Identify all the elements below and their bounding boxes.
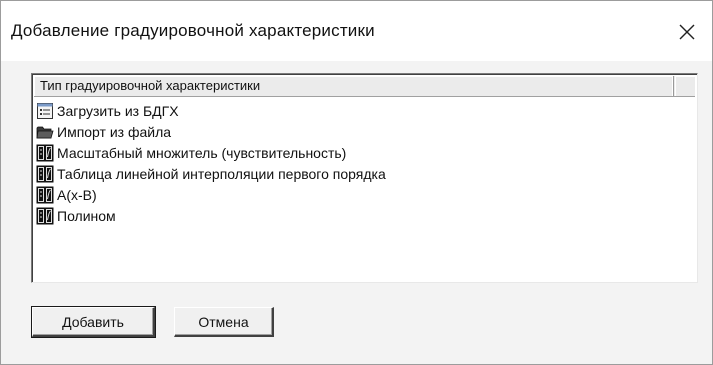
title-bar: Добавление градуировочной характеристики	[1, 1, 712, 61]
characteristic-icon	[36, 144, 54, 162]
column-header-type[interactable]: Тип градуировочной характеристики	[34, 76, 674, 96]
window-title: Добавление градуировочной характеристики	[11, 21, 375, 40]
list-item-polynomial[interactable]: Полином	[36, 205, 691, 226]
list-item-label: Таблица линейной интерполяции первого по…	[57, 165, 386, 182]
list-item-a-x-minus-b[interactable]: A(x-B)	[36, 184, 691, 205]
list-item-import-file[interactable]: Импорт из файла	[36, 121, 691, 142]
characteristic-type-list[interactable]: Тип градуировочной характеристики Загруз…	[31, 73, 698, 283]
list-item-scale-factor[interactable]: Масштабный множитель (чувствительность)	[36, 142, 691, 163]
column-header-filler	[675, 76, 695, 96]
list-items: Загрузить из БДГХ Импорт из файла Масшта…	[36, 100, 691, 226]
list-item-label: Загрузить из БДГХ	[57, 102, 179, 119]
list-item-label: Масштабный множитель (чувствительность)	[57, 144, 347, 161]
list-header: Тип градуировочной характеристики	[34, 76, 695, 97]
list-item-load-from-db[interactable]: Загрузить из БДГХ	[36, 100, 691, 121]
database-list-icon	[36, 102, 54, 120]
characteristic-icon	[36, 207, 54, 225]
list-item-linear-interpolation-table[interactable]: Таблица линейной интерполяции первого по…	[36, 163, 691, 184]
characteristic-icon	[36, 165, 54, 183]
list-item-label: Импорт из файла	[57, 123, 172, 140]
cancel-button[interactable]: Отмена	[174, 307, 274, 337]
list-item-label: A(x-B)	[57, 186, 97, 203]
close-icon	[679, 24, 695, 40]
list-item-label: Полином	[57, 207, 116, 224]
add-button[interactable]: Добавить	[31, 306, 156, 338]
folder-icon	[36, 123, 54, 141]
close-button[interactable]	[670, 15, 704, 49]
characteristic-icon	[36, 186, 54, 204]
add-calibration-dialog: Добавление градуировочной характеристики…	[0, 0, 713, 365]
